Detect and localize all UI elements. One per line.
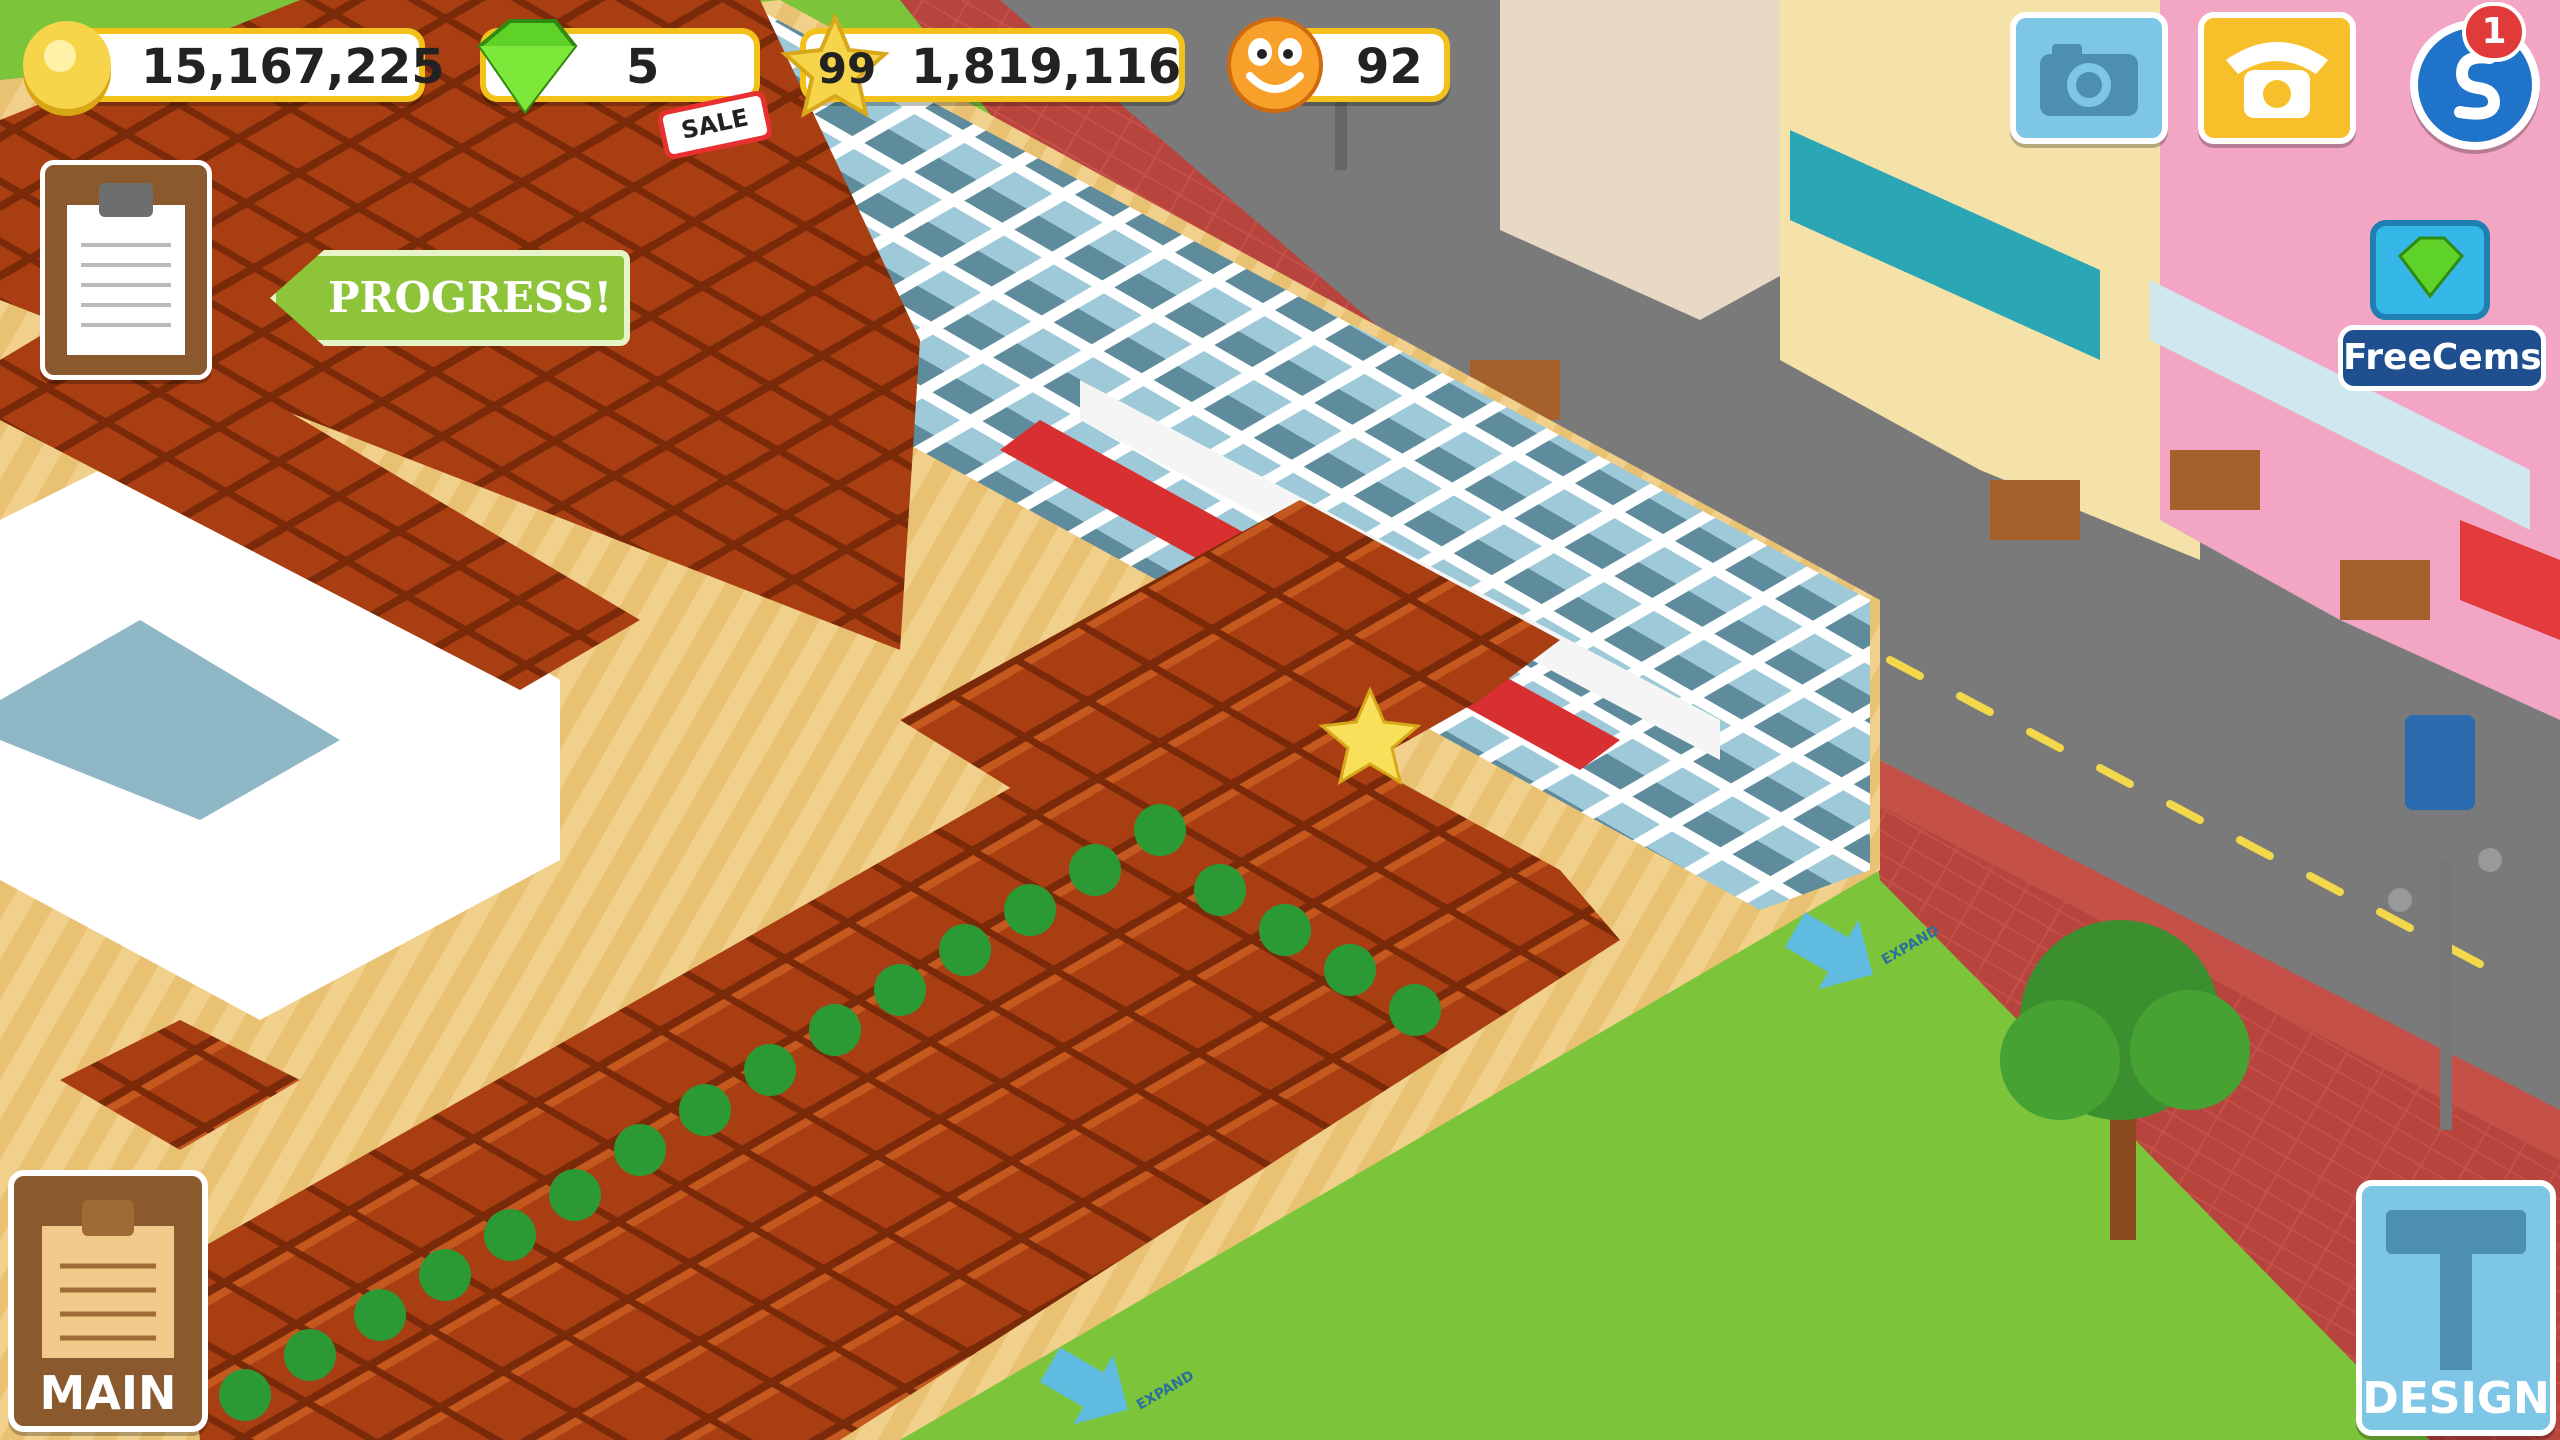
level-value: 99: [817, 44, 877, 93]
free-gems-tv-icon[interactable]: [2370, 220, 2490, 320]
restaurant-scene[interactable]: EXPAND EXPAND: [0, 0, 2560, 1440]
xp-value: 1,819,116: [911, 39, 1182, 95]
coin-value: 15,167,225: [141, 39, 445, 95]
notification-badge: 1: [2462, 2, 2526, 62]
hammer-icon: [2386, 1210, 2526, 1370]
goals-clipboard-button[interactable]: [40, 160, 212, 380]
clipboard-icon: [67, 183, 185, 355]
notification-count: 1: [2481, 11, 2507, 52]
progress-label: PROGRESS!: [327, 273, 613, 322]
gem-value: 5: [626, 39, 660, 95]
free-gems-button[interactable]: FreeCems: [2338, 325, 2546, 391]
coin-icon: [23, 21, 111, 116]
main-button[interactable]: MAIN: [8, 1170, 208, 1432]
main-button-label: MAIN: [39, 1366, 177, 1420]
clipboard-icon: [42, 1200, 174, 1358]
gem-icon: [477, 19, 578, 115]
progress-button[interactable]: PROGRESS!: [270, 250, 630, 346]
camera-button[interactable]: [2010, 12, 2168, 144]
phone-button[interactable]: [2198, 12, 2356, 144]
phone-icon: [2226, 42, 2328, 118]
happiness-value: 92: [1356, 39, 1423, 95]
gem-icon: [2397, 236, 2465, 299]
design-button[interactable]: DESIGN: [2356, 1180, 2556, 1436]
happiness-face-icon: [1227, 17, 1323, 113]
design-button-label: DESIGN: [2362, 1373, 2550, 1424]
free-gems-label: FreeCems: [2343, 337, 2542, 378]
camera-icon: [2040, 44, 2138, 116]
